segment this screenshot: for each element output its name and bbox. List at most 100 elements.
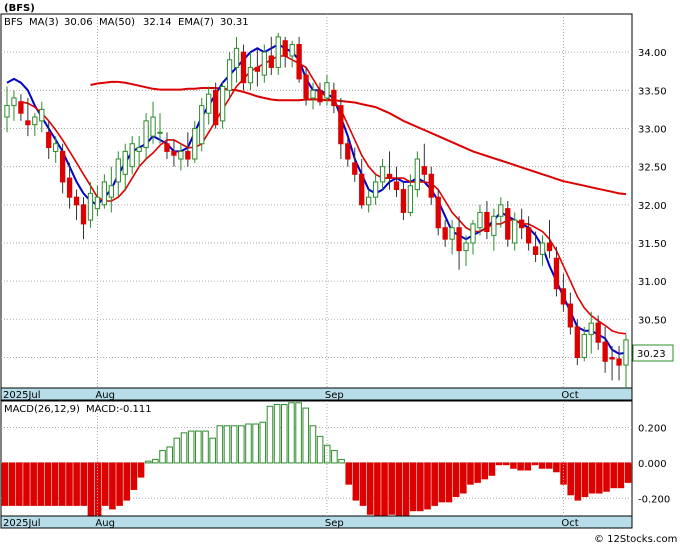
candle-up	[136, 147, 142, 152]
candle-down	[268, 55, 274, 68]
candle-down	[546, 242, 553, 252]
candle-down	[505, 208, 511, 240]
candle-down	[46, 131, 52, 149]
candle-up	[53, 143, 59, 152]
macd-bar-negative	[130, 462, 138, 490]
macd-bar-negative	[16, 462, 23, 506]
macd-bar-negative	[381, 462, 388, 522]
macd-bar-negative	[388, 462, 395, 515]
macd-bar-positive	[316, 435, 324, 464]
candle-down	[338, 105, 344, 145]
candle-down	[519, 219, 525, 229]
macd-bar-negative	[37, 462, 45, 506]
macd-bar-positive	[302, 407, 310, 464]
macd-bar-positive	[238, 425, 245, 464]
candle-up	[178, 150, 184, 160]
macd-bar-positive	[173, 437, 181, 464]
legend-ema7-value: 30.31	[220, 17, 249, 28]
candle-down	[59, 150, 66, 183]
macd-bar-negative	[624, 462, 632, 483]
candle-up	[32, 116, 38, 126]
candle-up	[289, 44, 295, 57]
macd-bar-negative	[123, 462, 131, 501]
candle-down	[567, 303, 574, 328]
price-tick-label: 30.50	[638, 315, 667, 326]
legend-ma50-value: 32.14	[143, 17, 172, 28]
macd-bar-negative	[66, 462, 73, 506]
candle-down	[386, 173, 393, 179]
macd-bar-positive	[288, 402, 295, 464]
macd-bar-negative	[395, 462, 403, 522]
macd-bar-negative	[424, 462, 431, 510]
candle-down	[456, 227, 462, 252]
candle-up	[206, 93, 212, 114]
macd-bar-negative	[374, 462, 381, 522]
macd-bar-negative	[538, 462, 546, 469]
macd-bar-positive	[223, 425, 231, 464]
macd-bar-negative	[460, 462, 467, 494]
candle-up	[275, 36, 281, 68]
candle-down	[435, 196, 441, 229]
macd-bar-negative	[51, 462, 59, 506]
last-price-label: 30.23	[637, 349, 666, 360]
macd-bar-negative	[1, 462, 9, 506]
macd-bar-positive	[266, 405, 274, 464]
candle-down	[602, 341, 608, 362]
candle-down	[421, 166, 427, 175]
candle-down	[393, 181, 400, 191]
candle-down	[80, 204, 87, 225]
price-x-tick-label: 2025Jul	[3, 390, 41, 401]
candle-up	[324, 82, 330, 99]
macd-bar-negative	[431, 462, 438, 506]
candle-up	[477, 211, 483, 229]
legend-ma50-label: MA(50)	[99, 17, 135, 28]
candle-up	[539, 242, 546, 255]
candle-up	[143, 120, 149, 149]
macd-bar-negative	[510, 462, 517, 469]
macd-bar-negative	[553, 462, 560, 473]
macd-bar-negative	[517, 462, 524, 471]
stock-chart: 34.00 33.50 33.00 32.50 32.00 31.50 31.00 30.50…	[0, 3, 677, 545]
macd-x-tick-label: Aug	[95, 518, 115, 529]
macd-bar-negative	[481, 462, 489, 480]
macd-bar-positive	[245, 423, 252, 464]
macd-bar-positive	[144, 460, 152, 464]
candle-down	[553, 257, 560, 290]
macd-bar-negative	[452, 462, 460, 498]
price-tick-label: 32.50	[638, 163, 667, 174]
macd-bar-negative	[109, 462, 116, 510]
candle-down	[185, 150, 191, 160]
candle-down	[73, 196, 80, 206]
candle-up	[366, 196, 372, 206]
macd-bar-negative	[116, 462, 123, 506]
candle-up	[101, 181, 108, 206]
macd-bar-negative	[366, 462, 374, 515]
macd-bar-negative	[73, 462, 80, 506]
macd-bar-positive	[216, 425, 224, 464]
price-tick-label: 34.00	[638, 48, 667, 59]
macd-bar-negative	[524, 462, 532, 471]
macd-tick-label: 0.000	[638, 459, 667, 470]
macd-bar-negative	[488, 462, 496, 476]
macd-bar-positive	[259, 421, 267, 464]
chart-title: (BFS)	[4, 3, 35, 14]
macd-bar-negative	[80, 462, 88, 506]
candle-up	[261, 51, 267, 76]
candle-up	[581, 334, 587, 358]
macd-bar-positive	[323, 444, 331, 464]
candle-up	[219, 86, 226, 122]
macd-bar-negative	[345, 462, 353, 485]
macd-bar-positive	[230, 425, 238, 464]
macd-bar-positive	[180, 432, 188, 464]
macd-bar-negative	[8, 462, 16, 506]
macd-title: MACD(26,12,9)	[4, 404, 80, 415]
candle-down	[171, 150, 177, 156]
macd-bar-negative	[610, 462, 617, 489]
macd-bar-negative	[94, 462, 102, 517]
macd-bar-negative	[359, 462, 367, 506]
candle-down	[212, 89, 219, 126]
candle-down	[574, 326, 580, 358]
macd-bar-positive	[187, 430, 195, 464]
candle-up	[470, 223, 476, 244]
candle-up	[150, 116, 156, 137]
